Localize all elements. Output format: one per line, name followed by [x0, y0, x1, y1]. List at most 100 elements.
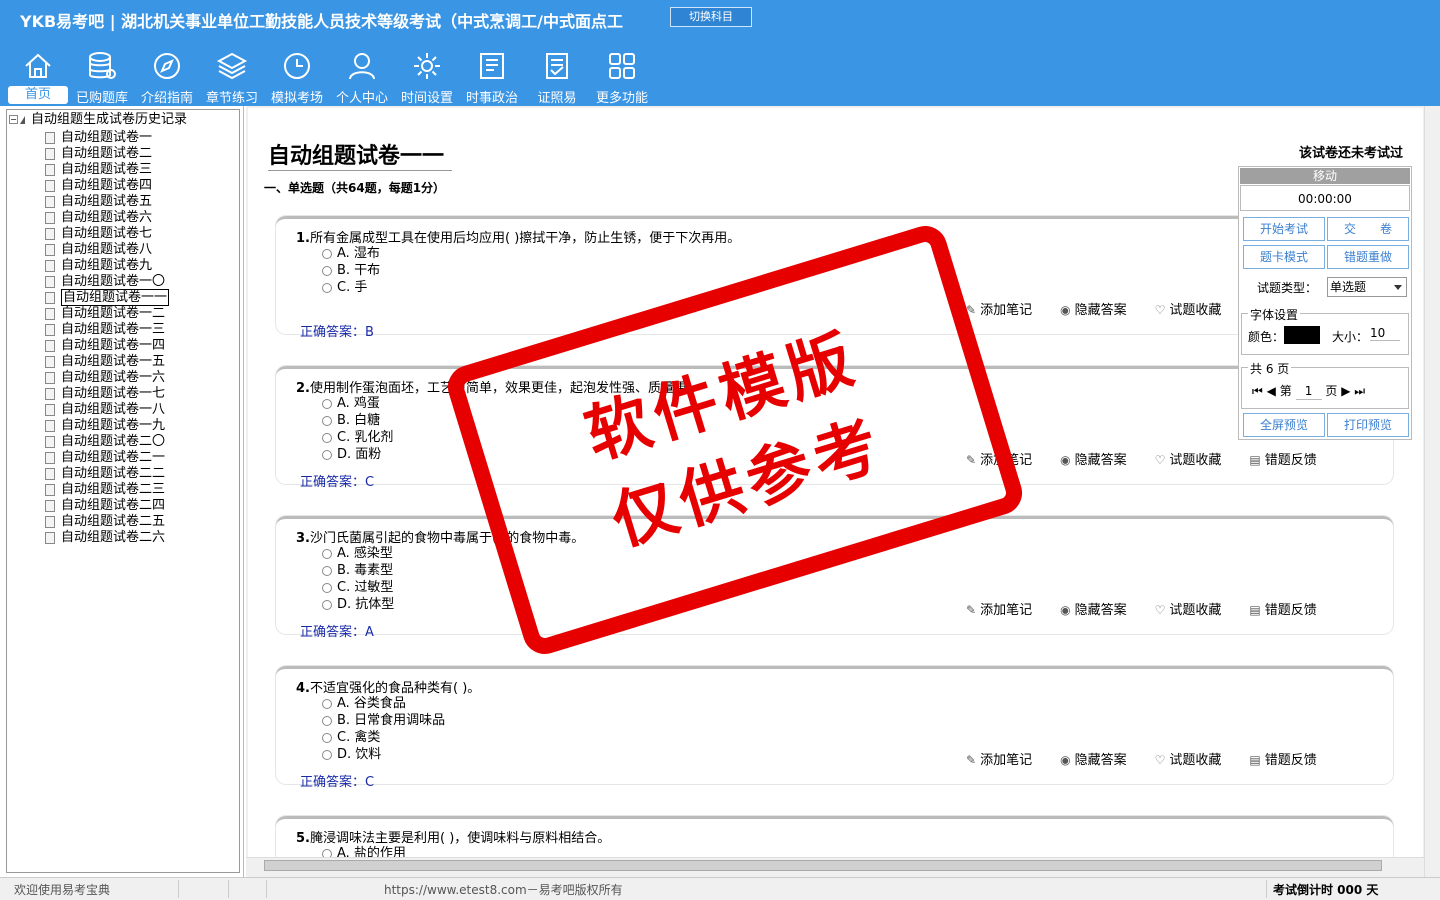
nav-mock-exam[interactable]: 模拟考场 — [265, 50, 329, 106]
tree-item[interactable]: 自动组题试卷五 — [45, 194, 152, 210]
answer-option[interactable]: B. 日常食用调味品 — [322, 712, 445, 729]
answer-option[interactable]: D. 饮料 — [322, 746, 381, 763]
tree-item[interactable]: 自动组题试卷一二 — [45, 306, 165, 322]
font-size-input[interactable]: 10 — [1370, 326, 1400, 341]
tree-root[interactable]: − 自动组题生成试卷历史记录 — [9, 112, 187, 128]
report-error-button[interactable]: ▤错题反馈 — [1249, 753, 1330, 768]
first-page-icon[interactable]: ⏮ — [1252, 384, 1263, 398]
radio-icon[interactable] — [322, 282, 332, 293]
answer-option[interactable]: C. 过敏型 — [322, 579, 393, 596]
answer-option[interactable]: C. 手 — [322, 279, 367, 296]
tree-item[interactable]: 自动组题试卷一〇 — [45, 274, 165, 290]
start-exam-button[interactable]: 开始考试 — [1243, 217, 1325, 241]
tree-item[interactable]: 自动组题试卷六 — [45, 210, 152, 226]
page-input[interactable]: 1 — [1295, 384, 1322, 400]
radio-icon[interactable] — [322, 698, 332, 709]
tree-item[interactable]: 自动组题试卷一九 — [45, 418, 165, 434]
add-note-button[interactable]: ✎ 添加笔记 — [966, 453, 1046, 468]
report-error-button[interactable]: ▤错题反馈 — [1249, 453, 1330, 468]
answer-option[interactable]: B. 毒素型 — [322, 562, 393, 579]
tree-item[interactable]: 自动组题试卷二〇 — [45, 434, 165, 450]
hide-answer-button[interactable]: ◉ 隐藏答案 — [1060, 453, 1141, 468]
color-swatch[interactable] — [1284, 326, 1320, 344]
tree-item[interactable]: 自动组题试卷二六 — [45, 530, 165, 546]
answer-option[interactable]: A. 谷类食品 — [322, 695, 406, 712]
add-note-button[interactable]: ✎ 添加笔记 — [966, 603, 1046, 618]
redo-wrong-button[interactable]: 错题重做 — [1327, 245, 1409, 269]
tree-item[interactable]: 自动组题试卷一七 — [45, 386, 165, 402]
tree-item[interactable]: 自动组题试卷一五 — [45, 354, 165, 370]
scroll-thumb[interactable] — [264, 860, 1382, 871]
nav-time-settings[interactable]: 时间设置 — [395, 50, 459, 106]
vertical-scrollbar[interactable] — [1424, 106, 1440, 877]
question-type-select[interactable]: 单选题 — [1327, 277, 1407, 297]
radio-icon[interactable] — [322, 398, 332, 409]
tree-item[interactable]: 自动组题试卷一 — [45, 130, 152, 146]
next-page-icon[interactable]: ▶ — [1341, 384, 1350, 398]
radio-icon[interactable] — [322, 265, 332, 276]
answer-option[interactable]: B. 干布 — [322, 262, 380, 279]
tree-item[interactable]: 自动组题试卷一六 — [45, 370, 165, 386]
tree-item[interactable]: 自动组题试卷一四 — [45, 338, 165, 354]
report-error-button[interactable]: ▤错题反馈 — [1249, 603, 1330, 618]
radio-icon[interactable] — [322, 248, 332, 259]
move-handle[interactable]: 移动 — [1240, 168, 1410, 184]
last-page-icon[interactable]: ⏭ — [1354, 384, 1365, 398]
answer-option[interactable]: A. 湿布 — [322, 245, 380, 262]
nav-chapter[interactable]: 章节练习 — [200, 50, 264, 106]
card-mode-button[interactable]: 题卡模式 — [1243, 245, 1325, 269]
print-preview-button[interactable]: 打印预览 — [1327, 413, 1409, 437]
radio-icon[interactable] — [322, 449, 332, 460]
submit-button[interactable]: 交 卷 — [1327, 217, 1409, 241]
radio-icon[interactable] — [322, 715, 332, 726]
radio-icon[interactable] — [322, 548, 332, 559]
tree-item[interactable]: 自动组题试卷二三 — [45, 482, 165, 498]
nav-politics[interactable]: 时事政治 — [460, 50, 524, 106]
tree-item[interactable]: 自动组题试卷一八 — [45, 402, 165, 418]
tree-item[interactable]: 自动组题试卷一一 — [45, 289, 170, 306]
radio-icon[interactable] — [322, 599, 332, 610]
tree-item[interactable]: 自动组题试卷一三 — [45, 322, 165, 338]
radio-icon[interactable] — [322, 732, 332, 743]
answer-option[interactable]: B. 白糖 — [322, 412, 380, 429]
add-note-button[interactable]: ✎ 添加笔记 — [966, 753, 1046, 768]
prev-page-icon[interactable]: ◀ — [1267, 384, 1276, 398]
nav-certificate[interactable]: 证照易 — [525, 50, 589, 106]
tree-item[interactable]: 自动组题试卷三 — [45, 162, 152, 178]
answer-option[interactable]: A. 鸡蛋 — [322, 395, 380, 412]
favorite-button[interactable]: ♡ 试题收藏 — [1155, 753, 1236, 768]
nav-profile[interactable]: 个人中心 — [330, 50, 394, 106]
radio-icon[interactable] — [322, 565, 332, 576]
tree-item[interactable]: 自动组题试卷七 — [45, 226, 152, 242]
switch-subject-button[interactable]: 切换科目 — [670, 7, 752, 27]
answer-option[interactable]: D. 抗体型 — [322, 596, 394, 613]
tree-item[interactable]: 自动组题试卷二一 — [45, 450, 165, 466]
fullscreen-preview-button[interactable]: 全屏预览 — [1243, 413, 1325, 437]
tree-item[interactable]: 自动组题试卷二二 — [45, 466, 165, 482]
answer-option[interactable]: C. 禽类 — [322, 729, 380, 746]
nav-home[interactable]: 首页 — [6, 50, 70, 106]
tree-item[interactable]: 自动组题试卷二 — [45, 146, 152, 162]
radio-icon[interactable] — [322, 749, 332, 760]
collapse-icon[interactable]: − — [9, 115, 18, 124]
radio-icon[interactable] — [322, 415, 332, 426]
tree-item[interactable]: 自动组题试卷二四 — [45, 498, 165, 514]
favorite-button[interactable]: ♡ 试题收藏 — [1155, 453, 1236, 468]
answer-option[interactable]: A. 感染型 — [322, 545, 393, 562]
hide-answer-button[interactable]: ◉ 隐藏答案 — [1060, 303, 1141, 318]
favorite-button[interactable]: ♡ 试题收藏 — [1155, 603, 1236, 618]
horizontal-scrollbar[interactable] — [246, 857, 1424, 873]
nav-purchased[interactable]: 已购题库 — [70, 50, 134, 106]
tree-item[interactable]: 自动组题试卷四 — [45, 178, 152, 194]
tree-item[interactable]: 自动组题试卷二五 — [45, 514, 165, 530]
nav-guide[interactable]: 介绍指南 — [135, 50, 199, 106]
hide-answer-button[interactable]: ◉ 隐藏答案 — [1060, 603, 1141, 618]
tree-item[interactable]: 自动组题试卷九 — [45, 258, 152, 274]
radio-icon[interactable] — [322, 582, 332, 593]
radio-icon[interactable] — [322, 432, 332, 443]
answer-option[interactable]: D. 面粉 — [322, 446, 381, 463]
add-note-button[interactable]: ✎ 添加笔记 — [966, 303, 1046, 318]
favorite-button[interactable]: ♡ 试题收藏 — [1155, 303, 1236, 318]
answer-option[interactable]: C. 乳化剂 — [322, 429, 393, 446]
hide-answer-button[interactable]: ◉ 隐藏答案 — [1060, 753, 1141, 768]
